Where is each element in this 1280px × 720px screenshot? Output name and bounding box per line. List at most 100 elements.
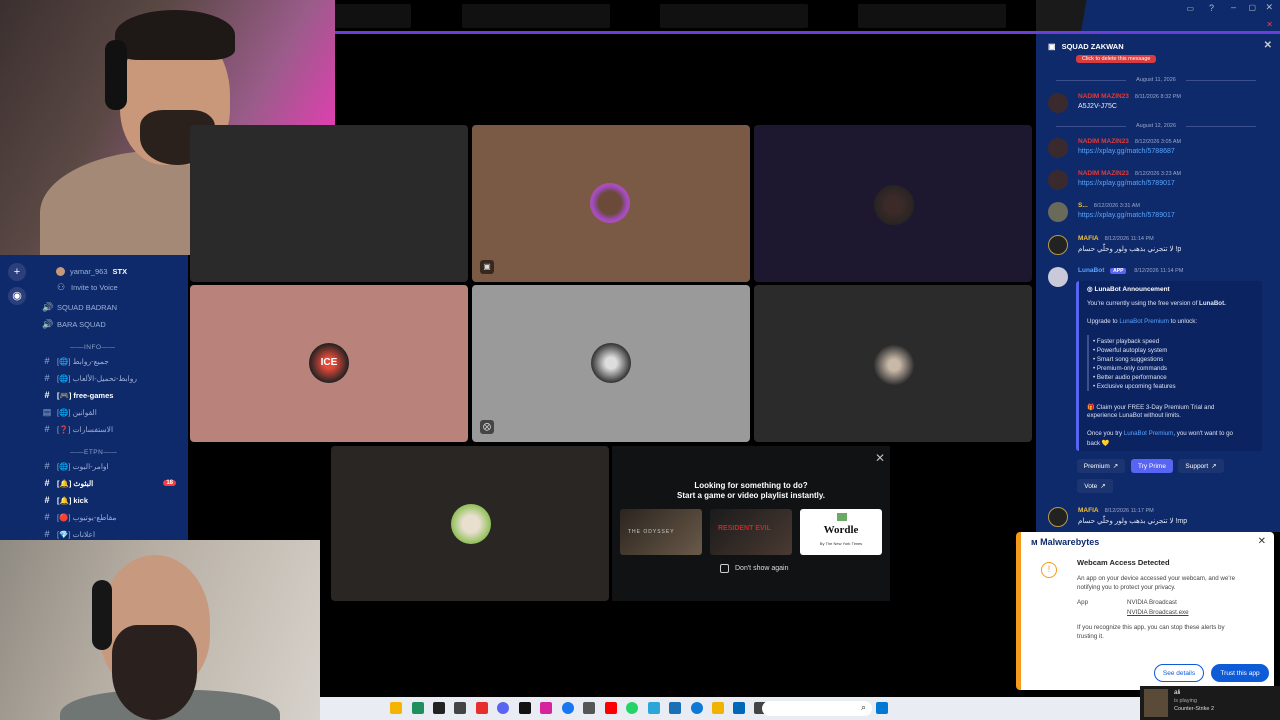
- video-tile[interactable]: [331, 446, 609, 601]
- activity-card[interactable]: THE ODYSSEY: [620, 509, 702, 555]
- invite-to-voice[interactable]: ⚇ Invite to Voice: [56, 279, 188, 295]
- activity-card[interactable]: RESIDENT EVIL: [710, 509, 792, 555]
- close-icon[interactable]: ✕: [875, 451, 885, 465]
- tiktok-icon[interactable]: [519, 702, 531, 714]
- video-tile[interactable]: ICE: [190, 285, 468, 442]
- video-tile[interactable]: [754, 125, 1032, 282]
- app-icon[interactable]: [733, 702, 745, 714]
- channel-item[interactable]: # [🔔] البثوث 18: [42, 475, 184, 491]
- channel-label: [❓] الاستفسارات: [57, 424, 114, 434]
- support-button[interactable]: Support ↗: [1178, 459, 1224, 473]
- channel-kick[interactable]: # [🔔] kick: [42, 492, 184, 508]
- feature-item: • Premium-only commands: [1093, 365, 1168, 372]
- channel-item[interactable]: # [🔴] مقاطع-يوتيوب: [42, 509, 184, 525]
- vote-button[interactable]: Vote ↗: [1077, 479, 1113, 493]
- category-label: INFO: [84, 344, 102, 351]
- channel-item[interactable]: ▤ [🌐] القوانين: [42, 404, 184, 420]
- maximize-icon[interactable]: ▢: [1248, 3, 1256, 12]
- folder-icon[interactable]: [712, 702, 724, 714]
- channel-label: [🔴] مقاطع-يوتيوب: [57, 512, 117, 522]
- avatar: [1048, 93, 1068, 113]
- headset-icon: [105, 40, 127, 110]
- activity-card-wordle[interactable]: Wordle By The New York Times: [800, 509, 882, 555]
- close-popout-icon[interactable]: ✕: [1266, 20, 1273, 29]
- try-prime-button[interactable]: Try Prime: [1131, 459, 1173, 473]
- explorer-icon[interactable]: [390, 702, 402, 714]
- channel-item[interactable]: # [🌐] روابط-تحميل-الألعاب: [42, 370, 184, 386]
- gamebar-status: is playing: [1174, 698, 1197, 704]
- embed-text: You're currently using the free version …: [1087, 300, 1200, 307]
- discord-icon[interactable]: [497, 702, 509, 714]
- external-link-icon: ↗: [1100, 483, 1106, 490]
- checkbox-icon[interactable]: [720, 564, 729, 573]
- embed-text-bold: LunaBot.: [1199, 300, 1226, 307]
- app-icon[interactable]: [454, 702, 466, 714]
- youtube-icon[interactable]: [605, 702, 617, 714]
- window-tab[interactable]: [858, 4, 1006, 28]
- embed-link[interactable]: LunaBot Premium: [1124, 430, 1174, 437]
- app-icon[interactable]: [669, 702, 681, 714]
- message-link[interactable]: https://xplay.gg/match/5789017: [1078, 212, 1175, 219]
- embed-link[interactable]: LunaBot Premium: [1119, 318, 1169, 325]
- premium-button[interactable]: Premium ↗: [1077, 459, 1125, 473]
- channel-item[interactable]: # [❓] الاستفسارات: [42, 421, 184, 437]
- app-icon[interactable]: [433, 702, 445, 714]
- app-icon[interactable]: [412, 702, 424, 714]
- message-link[interactable]: https://xplay.gg/match/5789017: [1078, 180, 1175, 187]
- app-icon[interactable]: [583, 702, 595, 714]
- add-server-icon[interactable]: +: [8, 263, 26, 281]
- whatsapp-icon[interactable]: [626, 702, 638, 714]
- app-file: NVIDIA Broadcast.exe: [1127, 609, 1189, 616]
- edge-icon[interactable]: [691, 702, 703, 714]
- close-icon[interactable]: ✕: [1264, 40, 1272, 51]
- warning-icon: !: [1041, 562, 1057, 578]
- wordle-icon: [837, 513, 847, 521]
- start-icon[interactable]: [876, 702, 888, 714]
- embed-title-text: LunaBot Announcement: [1094, 286, 1170, 293]
- channel-item[interactable]: # [🌐] جميع-روابط: [42, 353, 184, 369]
- inbox-icon[interactable]: ▭: [1186, 4, 1194, 13]
- category-info[interactable]: ——INFO——: [70, 344, 116, 351]
- minimize-icon[interactable]: –: [1231, 2, 1236, 12]
- facebook-icon[interactable]: [562, 702, 574, 714]
- date-separator: August 11, 2026: [1046, 77, 1266, 83]
- channel-item[interactable]: # [🌐] اوامر-البوت: [42, 458, 184, 474]
- card-label: RESIDENT EVIL: [718, 525, 771, 532]
- game-cover: [1144, 689, 1168, 717]
- app-icon[interactable]: [648, 702, 660, 714]
- avatar: [1048, 267, 1068, 287]
- unread-badge: 18: [163, 480, 176, 486]
- message-link[interactable]: https://xplay.gg/match/5788687: [1078, 148, 1175, 155]
- app-icon[interactable]: [476, 702, 488, 714]
- window-tab[interactable]: [462, 4, 610, 28]
- voice-user[interactable]: yamar_963 STX: [56, 263, 188, 279]
- window-tab[interactable]: [335, 4, 411, 28]
- see-details-button[interactable]: See details: [1154, 664, 1204, 682]
- author-name: NADIM MAZIN23: [1078, 93, 1129, 100]
- close-icon[interactable]: ✕: [1265, 2, 1273, 13]
- discover-icon[interactable]: ◉: [8, 287, 26, 305]
- card-sublabel: By The New York Times: [819, 541, 863, 546]
- window-tab[interactable]: [660, 4, 808, 28]
- search-input[interactable]: ⌕: [762, 701, 872, 716]
- delete-notice-button[interactable]: Click to delete this message: [1076, 55, 1157, 63]
- video-tile[interactable]: ▣: [472, 125, 750, 282]
- speaker-icon: 🔊: [42, 318, 54, 329]
- trust-app-button[interactable]: Trust this app: [1211, 664, 1269, 682]
- category-etpn[interactable]: ——ETPN——: [70, 449, 117, 456]
- video-tile[interactable]: ⨂: [472, 285, 750, 442]
- dont-show-checkbox[interactable]: Don't show again: [720, 564, 788, 573]
- channel-free-games[interactable]: # [🎮] free-games: [42, 387, 184, 403]
- avatar: [874, 345, 914, 385]
- close-icon[interactable]: ✕: [1258, 536, 1266, 547]
- help-icon[interactable]: ?: [1209, 3, 1214, 13]
- video-tile[interactable]: [754, 285, 1032, 442]
- channel-item[interactable]: # [💎] اعلانات: [42, 526, 184, 540]
- toast-heading: Webcam Access Detected: [1077, 558, 1170, 567]
- voice-channel-squad-badran[interactable]: 🔊 SQUAD BADRAN: [42, 299, 184, 315]
- instagram-icon[interactable]: [540, 702, 552, 714]
- activity-subtitle-line: Start a game or video playlist instantly…: [677, 491, 825, 500]
- voice-channel-bara-squad[interactable]: 🔊 BARA SQUAD: [42, 316, 184, 332]
- external-link-icon: ↗: [1112, 463, 1119, 470]
- video-tile[interactable]: [190, 125, 468, 282]
